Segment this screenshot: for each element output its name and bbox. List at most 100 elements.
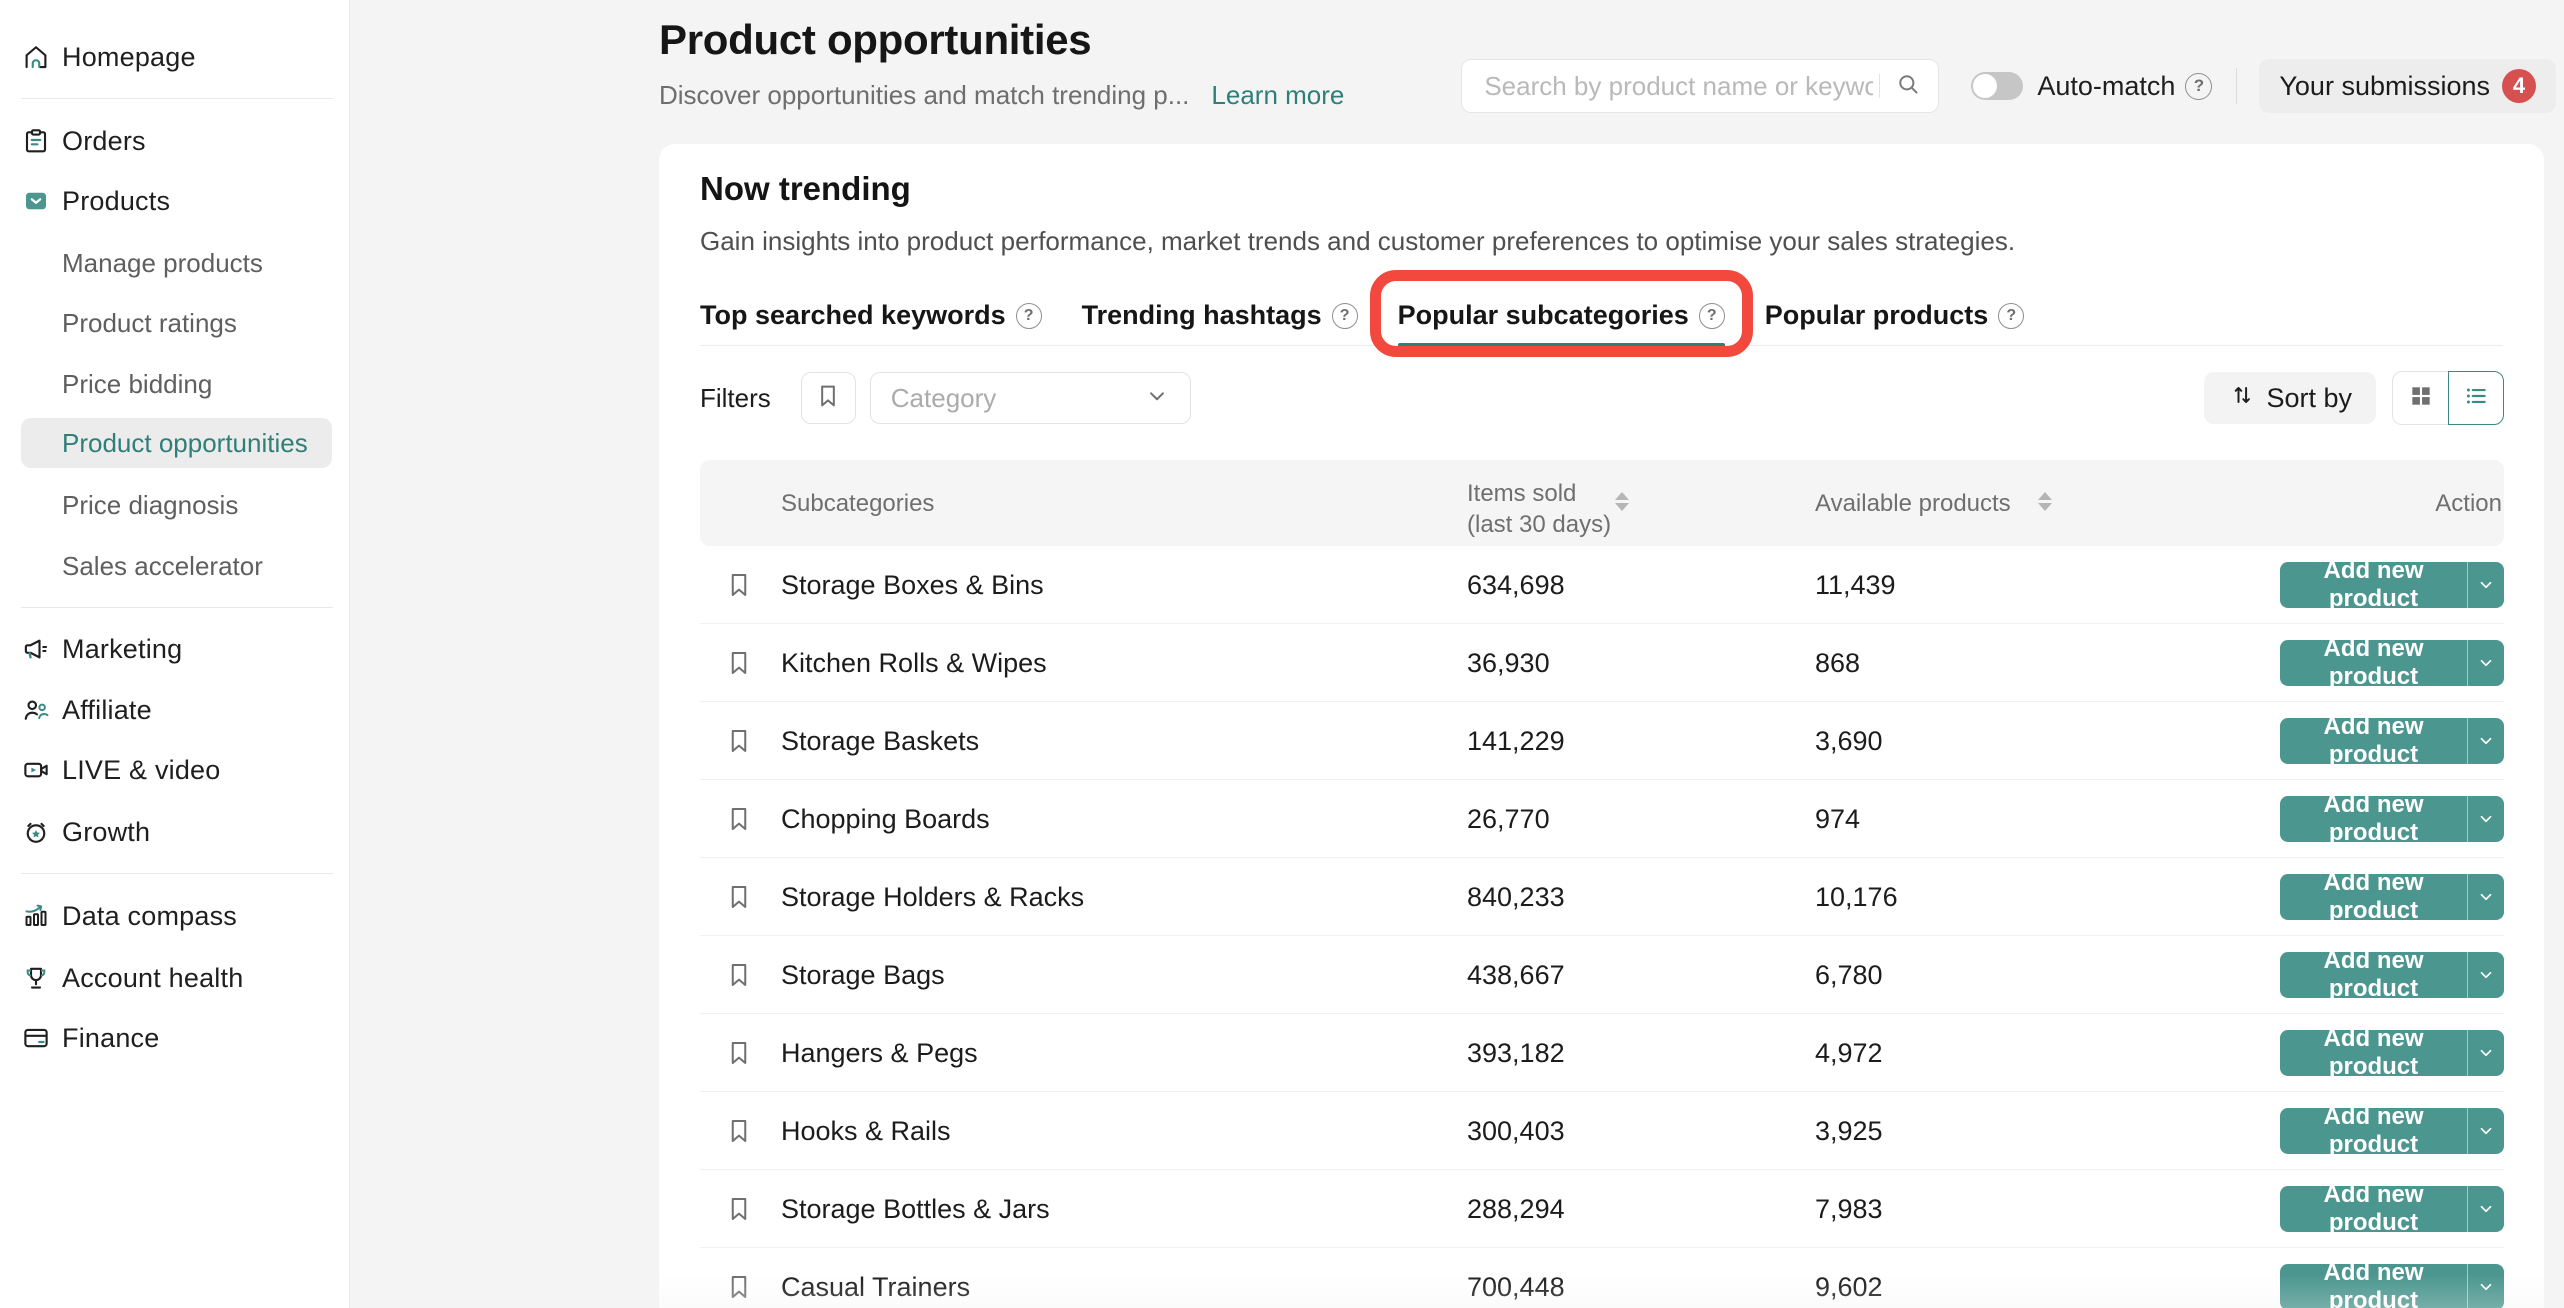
- bookmark-icon[interactable]: [724, 804, 754, 834]
- help-icon[interactable]: ?: [1998, 303, 2024, 329]
- items-sold-value: 36,930: [1467, 648, 1550, 679]
- add-new-product-button[interactable]: Add new product: [2280, 640, 2504, 686]
- chevron-down-icon[interactable]: [2468, 1044, 2504, 1062]
- sidebar-item-sales-accelerator[interactable]: Sales accelerator: [0, 541, 350, 591]
- table-row: Chopping Boards 26,770 974 Add new produ…: [700, 780, 2504, 858]
- grid-view-icon: [2408, 383, 2434, 414]
- grid-view-button[interactable]: [2392, 371, 2448, 425]
- sidebar-item-orders[interactable]: Orders: [0, 117, 350, 165]
- add-new-product-button[interactable]: Add new product: [2280, 1030, 2504, 1076]
- sidebar-item-marketing[interactable]: Marketing: [0, 625, 350, 673]
- tab-bar: Top searched keywords? Trending hashtags…: [700, 286, 2503, 346]
- home-icon: [21, 42, 51, 72]
- sort-items-sold-control[interactable]: [1615, 492, 1629, 511]
- affiliate-icon: [21, 695, 51, 725]
- tab-popular-products[interactable]: Popular products?: [1765, 286, 2025, 345]
- bookmark-icon[interactable]: [724, 1272, 754, 1302]
- table-row: Storage Boxes & Bins 634,698 11,439 Add …: [700, 546, 2504, 624]
- bookmark-icon[interactable]: [724, 1194, 754, 1224]
- add-new-product-button[interactable]: Add new product: [2280, 1264, 2504, 1308]
- chevron-down-icon[interactable]: [2468, 654, 2504, 672]
- credit-card-icon: [21, 1023, 51, 1053]
- chevron-down-icon[interactable]: [2468, 1278, 2504, 1296]
- help-icon[interactable]: ?: [2185, 73, 2212, 100]
- search-box[interactable]: [1461, 59, 1939, 113]
- search-icon[interactable]: [1894, 70, 1922, 103]
- chevron-down-icon[interactable]: [2468, 732, 2504, 750]
- items-sold-value: 393,182: [1467, 1038, 1565, 1069]
- sort-arrows-icon: [2228, 381, 2256, 416]
- add-new-product-button[interactable]: Add new product: [2280, 1186, 2504, 1232]
- col-items-sold: Items sold (last 30 days): [1467, 478, 1611, 540]
- items-sold-value: 700,448: [1467, 1272, 1565, 1303]
- filters-label: Filters: [700, 383, 771, 414]
- add-new-product-button[interactable]: Add new product: [2280, 952, 2504, 998]
- tab-trending-hashtags[interactable]: Trending hashtags?: [1082, 286, 1358, 345]
- chevron-down-icon[interactable]: [2468, 810, 2504, 828]
- sidebar-item-price-bidding[interactable]: Price bidding: [0, 359, 350, 409]
- your-submissions-button[interactable]: Your submissions 4: [2259, 59, 2556, 113]
- subcategories-table: Subcategories Items sold (last 30 days) …: [700, 460, 2504, 1308]
- add-new-product-button[interactable]: Add new product: [2280, 718, 2504, 764]
- sidebar-item-data-compass[interactable]: Data compass: [0, 892, 350, 940]
- add-new-product-button[interactable]: Add new product: [2280, 1108, 2504, 1154]
- help-icon[interactable]: ?: [1332, 303, 1358, 329]
- subcategory-name: Storage Bottles & Jars: [781, 1194, 1050, 1225]
- list-view-button[interactable]: [2448, 371, 2504, 425]
- main-content: Product opportunities Discover opportuni…: [350, 0, 2564, 1308]
- sidebar-item-product-ratings[interactable]: Product ratings: [0, 298, 350, 348]
- sidebar-item-live-video[interactable]: LIVE & video: [0, 746, 350, 794]
- chevron-down-icon[interactable]: [2468, 966, 2504, 984]
- sidebar-item-growth[interactable]: Growth: [0, 808, 350, 856]
- add-new-product-button[interactable]: Add new product: [2280, 874, 2504, 920]
- sidebar-item-homepage[interactable]: Homepage: [0, 33, 350, 81]
- bookmark-icon[interactable]: [724, 1038, 754, 1068]
- table-row: Storage Baskets 141,229 3,690 Add new pr…: [700, 702, 2504, 780]
- now-trending-card: Now trending Gain insights into product …: [659, 144, 2544, 1308]
- col-available-products: Available products: [1815, 488, 2011, 519]
- add-new-product-button[interactable]: Add new product: [2280, 562, 2504, 608]
- subcategory-name: Storage Holders & Racks: [781, 882, 1084, 913]
- sidebar-item-product-opportunities[interactable]: Product opportunities: [0, 418, 350, 468]
- bookmark-icon[interactable]: [724, 1116, 754, 1146]
- bookmark-icon[interactable]: [724, 960, 754, 990]
- learn-more-link[interactable]: Learn more: [1211, 80, 1344, 111]
- bookmark-icon[interactable]: [724, 882, 754, 912]
- sidebar-item-price-diagnosis[interactable]: Price diagnosis: [0, 480, 350, 530]
- chevron-down-icon[interactable]: [2468, 1122, 2504, 1140]
- sidebar-item-affiliate[interactable]: Affiliate: [0, 686, 350, 734]
- chevron-down-icon[interactable]: [2468, 1200, 2504, 1218]
- items-sold-value: 288,294: [1467, 1194, 1565, 1225]
- items-sold-value: 634,698: [1467, 570, 1565, 601]
- sidebar-item-manage-products[interactable]: Manage products: [0, 238, 350, 288]
- sidebar-item-account-health[interactable]: Account health: [0, 954, 350, 1002]
- subcategory-name: Storage Baskets: [781, 726, 979, 757]
- help-icon[interactable]: ?: [1016, 303, 1042, 329]
- category-select[interactable]: Category: [870, 372, 1191, 424]
- bookmark-icon[interactable]: [724, 726, 754, 756]
- subcategory-name: Hangers & Pegs: [781, 1038, 978, 1069]
- sort-by-button[interactable]: Sort by: [2204, 372, 2376, 424]
- tab-popular-subcategories[interactable]: Popular subcategories?: [1398, 286, 1725, 345]
- bookmark-icon[interactable]: [724, 648, 754, 678]
- subcategory-name: Casual Trainers: [781, 1272, 970, 1303]
- auto-match-toggle[interactable]: [1971, 72, 2023, 100]
- trophy-icon: [21, 963, 51, 993]
- tab-top-searched-keywords[interactable]: Top searched keywords?: [700, 286, 1042, 345]
- items-sold-value: 26,770: [1467, 804, 1550, 835]
- sidebar-item-finance[interactable]: Finance: [0, 1014, 350, 1062]
- search-input[interactable]: [1484, 71, 1873, 102]
- table-header: Subcategories Items sold (last 30 days) …: [700, 460, 2504, 546]
- subcategory-name: Kitchen Rolls & Wipes: [781, 648, 1047, 679]
- chevron-down-icon[interactable]: [2468, 576, 2504, 594]
- help-icon[interactable]: ?: [1699, 303, 1725, 329]
- chevron-down-icon[interactable]: [2468, 888, 2504, 906]
- sidebar-item-products[interactable]: Products: [0, 177, 350, 225]
- available-products-value: 3,690: [1815, 726, 1883, 757]
- sort-available-products-control[interactable]: [2038, 492, 2052, 511]
- bookmark-icon[interactable]: [724, 570, 754, 600]
- orders-icon: [21, 126, 51, 156]
- saved-filters-button[interactable]: [801, 372, 856, 424]
- add-new-product-button[interactable]: Add new product: [2280, 796, 2504, 842]
- items-sold-value: 438,667: [1467, 960, 1565, 991]
